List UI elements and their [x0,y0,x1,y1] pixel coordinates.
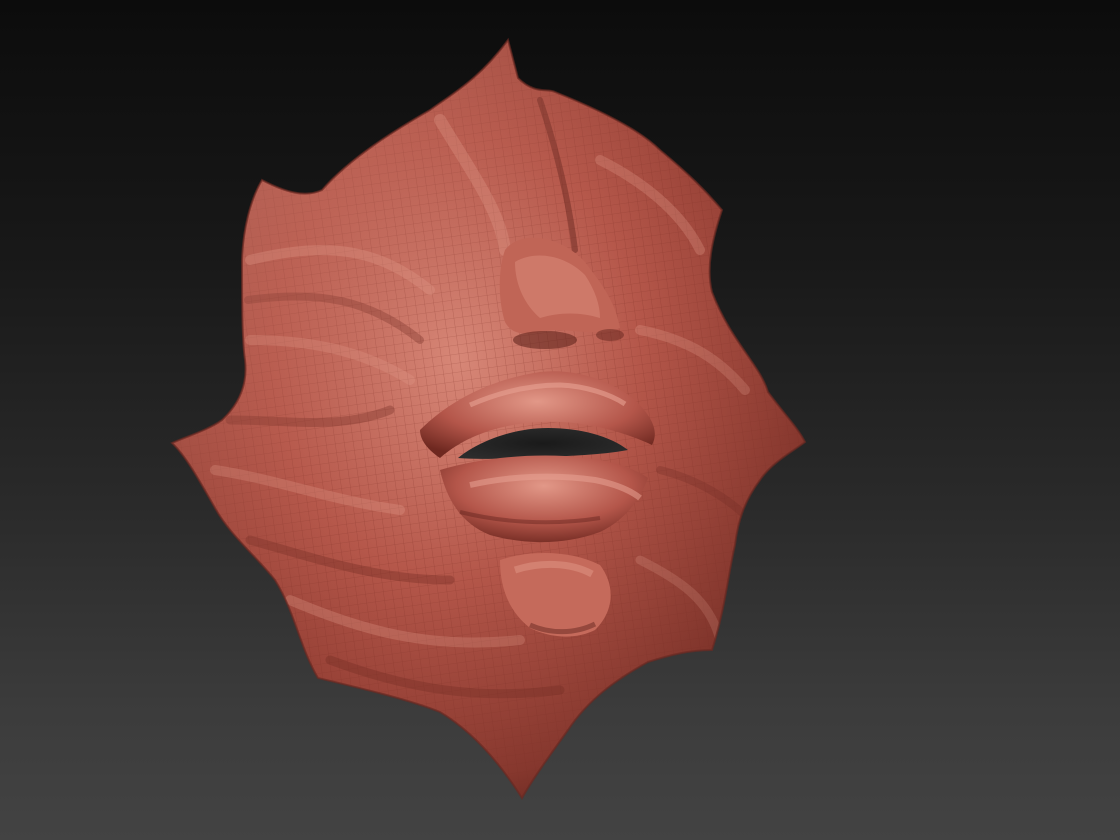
sculpt-scene [150,30,830,820]
face-mesh[interactable] [150,30,830,820]
sculpt-viewport[interactable] [0,0,1120,840]
